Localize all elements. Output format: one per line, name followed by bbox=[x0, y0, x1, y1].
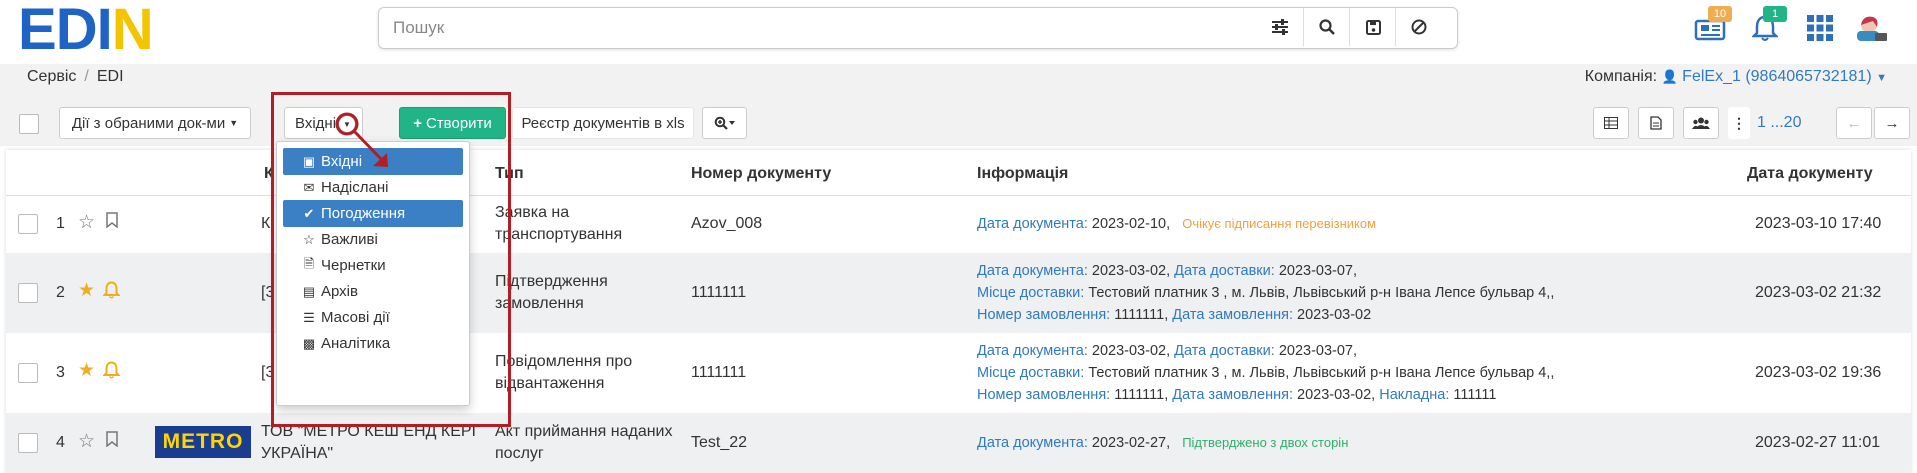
pagination[interactable]: 1 ...20 bbox=[1757, 114, 1801, 132]
document-view-button[interactable] bbox=[1638, 107, 1674, 139]
bell-icon[interactable] bbox=[102, 361, 121, 386]
apps-button[interactable] bbox=[1800, 8, 1840, 48]
doc-date: 2023-03-02 19:36 bbox=[1755, 364, 1882, 381]
ellipsis-vertical-icon: ⋮ bbox=[1732, 115, 1746, 131]
col-header-date[interactable]: Дата документу bbox=[1747, 165, 1873, 183]
sliders-icon bbox=[1272, 19, 1288, 35]
select-all-checkbox[interactable] bbox=[19, 114, 39, 134]
row-index: 4 bbox=[56, 434, 65, 451]
user-avatar[interactable] bbox=[1852, 8, 1892, 48]
doc-type-line1: Повідомлення про bbox=[495, 353, 633, 370]
next-page-button[interactable]: → bbox=[1874, 107, 1910, 139]
star-icon[interactable]: ☆ bbox=[78, 431, 95, 453]
advanced-search-button[interactable] bbox=[702, 107, 747, 139]
save-icon bbox=[1365, 19, 1381, 35]
doc-number[interactable]: 1111111 bbox=[691, 282, 746, 304]
avatar-icon bbox=[1857, 16, 1887, 41]
doc-info: Дата документа: 2023-03-02, Дата доставк… bbox=[977, 263, 1555, 323]
clear-search-button[interactable] bbox=[1395, 8, 1442, 46]
table-icon bbox=[1604, 117, 1618, 129]
breadcrumb-service[interactable]: Сервіс bbox=[27, 68, 76, 85]
more-options-button[interactable]: ⋮ bbox=[1728, 107, 1750, 139]
search-icon bbox=[1319, 19, 1335, 35]
doc-number[interactable]: Azov_008 bbox=[691, 213, 762, 235]
doc-type-line2: транспортування bbox=[495, 226, 623, 243]
bulk-actions-button[interactable]: Дії з обраними док-ми ▼ bbox=[59, 107, 251, 139]
users-view-button[interactable] bbox=[1683, 107, 1719, 139]
counterparty-line2: УКРАЇНА" bbox=[261, 445, 334, 462]
table-view-button[interactable] bbox=[1593, 107, 1629, 139]
doc-date: 2023-02-27 11:01 bbox=[1755, 434, 1881, 451]
search-bar bbox=[378, 7, 1458, 49]
star-icon[interactable]: ☆ bbox=[78, 212, 95, 234]
caret-down-icon: ▼ bbox=[1876, 72, 1887, 84]
row-index: 2 bbox=[56, 284, 65, 301]
company-dropdown[interactable]: 👤 FelEx_1 (9864065732181) ▼ bbox=[1662, 68, 1887, 85]
xls-registry-button[interactable]: Реєстр документів в xls bbox=[512, 107, 694, 139]
company-selector: Компанія: 👤 FelEx_1 (9864065732181) ▼ bbox=[1585, 68, 1887, 86]
doc-type-line1: Акт приймання наданих bbox=[495, 423, 673, 440]
metro-logo: METRO bbox=[155, 426, 251, 458]
row-checkbox[interactable] bbox=[18, 214, 38, 234]
zoom-dropdown-icon bbox=[714, 116, 735, 130]
doc-info: Дата документа: 2023-03-02, Дата доставк… bbox=[977, 343, 1555, 403]
doc-info: Дата документа: 2023-02-27, Підтверджено… bbox=[977, 435, 1349, 451]
doc-type-line1: Підтвердження bbox=[495, 273, 608, 290]
row-checkbox[interactable] bbox=[18, 283, 38, 303]
doc-info: Дата документа: 2023-02-10, Очікує підпи… bbox=[977, 216, 1377, 232]
bell-badge: 1 bbox=[1763, 6, 1787, 22]
status-text: Підтверджено з двох сторін bbox=[1182, 435, 1349, 450]
users-icon bbox=[1692, 117, 1710, 129]
bell-icon[interactable] bbox=[102, 281, 121, 306]
star-filled-icon[interactable]: ★ bbox=[78, 360, 95, 382]
arrow-right-icon: → bbox=[1884, 114, 1900, 132]
status-text: Очікує підписання перевізником bbox=[1182, 216, 1377, 231]
annotation-arrow-icon bbox=[335, 112, 388, 167]
breadcrumb: Сервіс / EDI bbox=[27, 68, 124, 85]
file-icon bbox=[1650, 116, 1662, 130]
save-search-button[interactable] bbox=[1349, 8, 1396, 46]
notifications-button[interactable]: 1 bbox=[1745, 6, 1787, 48]
row-checkbox[interactable] bbox=[18, 363, 38, 383]
edin-logo[interactable]: EDIN bbox=[18, 0, 154, 62]
doc-date: 2023-03-02 21:32 bbox=[1755, 284, 1882, 301]
star-filled-icon[interactable]: ★ bbox=[78, 280, 95, 302]
docs-badge: 10 bbox=[1708, 6, 1732, 22]
bookmark-icon[interactable] bbox=[106, 431, 118, 454]
grid-icon bbox=[1807, 15, 1833, 41]
doc-number[interactable]: Test_22 bbox=[691, 432, 747, 454]
breadcrumb-edi[interactable]: EDI bbox=[97, 68, 124, 85]
caret-down-icon: ▼ bbox=[229, 118, 239, 128]
col-header-number[interactable]: Номер документу bbox=[691, 165, 831, 183]
user-icon: 👤 bbox=[1661, 69, 1678, 84]
row-checkbox[interactable] bbox=[18, 433, 38, 453]
col-header-info[interactable]: Інформація bbox=[977, 165, 1068, 183]
doc-type-line2: відвантаження bbox=[495, 375, 605, 392]
row-index: 1 bbox=[56, 215, 65, 232]
filter-settings-button[interactable] bbox=[1257, 8, 1303, 46]
doc-type-line2: послуг bbox=[495, 445, 544, 462]
documents-news-button[interactable]: 10 bbox=[1690, 6, 1732, 48]
search-input[interactable] bbox=[391, 8, 1275, 48]
doc-date: 2023-03-10 17:40 bbox=[1755, 215, 1882, 232]
doc-number[interactable]: 1111111 bbox=[691, 362, 746, 384]
bookmark-icon[interactable] bbox=[106, 212, 118, 235]
search-button[interactable] bbox=[1303, 8, 1350, 46]
ban-icon bbox=[1411, 19, 1427, 35]
prev-page-button[interactable]: ← bbox=[1836, 107, 1872, 139]
row-index: 3 bbox=[56, 364, 65, 381]
company-label: Компанія: bbox=[1584, 68, 1658, 85]
arrow-left-icon: ← bbox=[1846, 114, 1862, 132]
